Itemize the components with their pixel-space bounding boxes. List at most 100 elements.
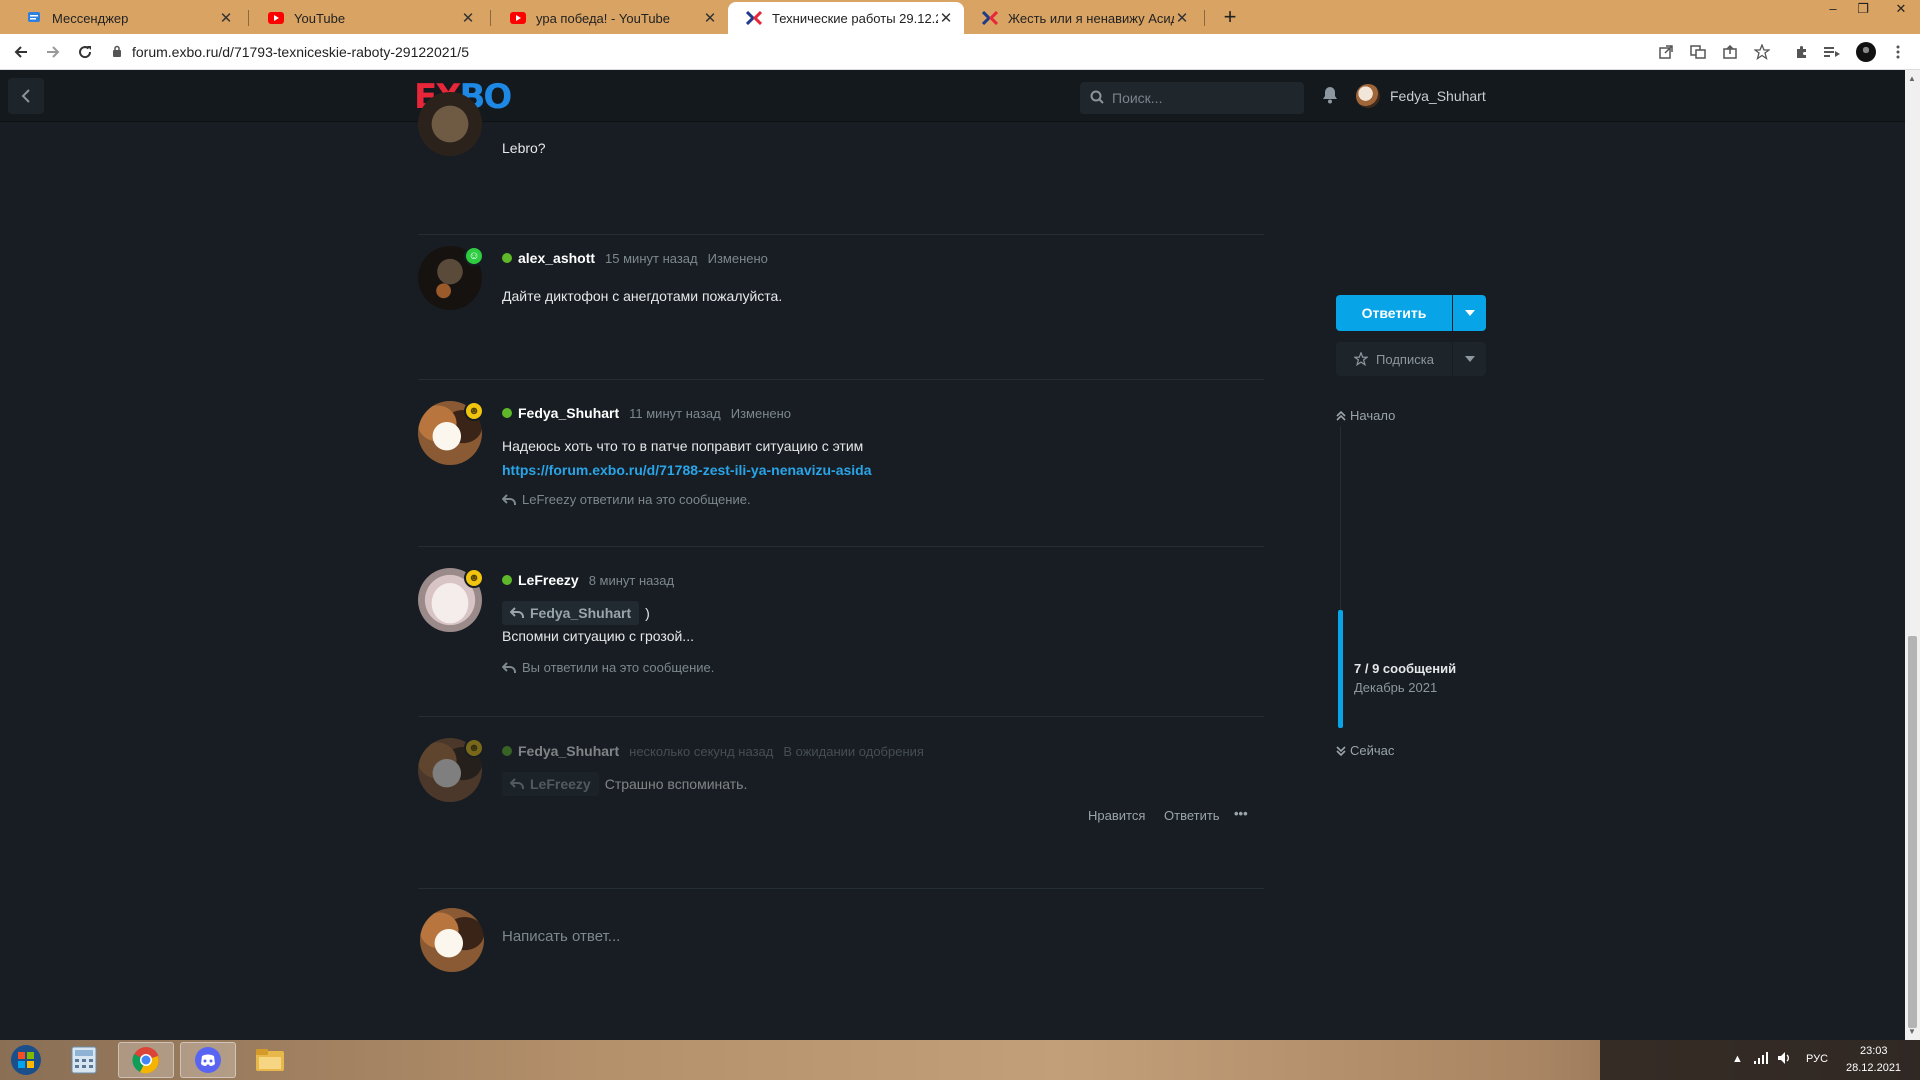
post-meta: LeFreezy 8 минут назад <box>502 572 684 588</box>
mention-suffix: ) <box>645 605 650 621</box>
windows-start-icon[interactable] <box>6 1042 46 1078</box>
post-link[interactable]: https://forum.exbo.ru/d/71788-zest-ili-y… <box>502 462 872 478</box>
close-tab-icon[interactable]: ✕ <box>460 9 476 27</box>
forward-arrow-icon[interactable] <box>42 41 64 63</box>
tab-title: Технические работы 29.12.2021 <box>772 10 938 26</box>
extensions-puzzle-icon[interactable] <box>1792 42 1812 62</box>
tab-forum-post[interactable]: Жесть или я ненавижу Асида - ✕ <box>964 2 1200 34</box>
volume-icon[interactable] <box>1778 1052 1792 1067</box>
scrubber-date: Декабрь 2021 <box>1354 680 1438 695</box>
replied-notice[interactable]: LeFreezy ответили на это сообщение. <box>502 492 751 507</box>
tab-active-tech-works[interactable]: Технические работы 29.12.2021 ✕ <box>728 2 964 34</box>
discord-icon[interactable] <box>180 1042 236 1078</box>
composer-avatar <box>420 908 484 972</box>
chevron-left-icon[interactable] <box>8 78 44 114</box>
reply-composer-placeholder[interactable]: Написать ответ... <box>502 928 620 945</box>
url-text: forum.exbo.ru/d/71793-texniceskie-raboty… <box>132 44 469 60</box>
new-tab-button[interactable]: + <box>1216 4 1244 30</box>
translate-icon[interactable] <box>1688 42 1708 62</box>
post-edited[interactable]: Изменено <box>708 251 768 266</box>
post-username[interactable]: Fedya_Shuhart <box>518 405 619 421</box>
post-time[interactable]: 11 минут назад <box>629 406 721 421</box>
like-button[interactable]: Нравится <box>1088 808 1145 823</box>
messenger-icon <box>26 10 42 26</box>
calculator-icon[interactable] <box>56 1042 112 1078</box>
back-arrow-icon[interactable] <box>10 41 32 63</box>
scrollbar-thumb[interactable] <box>1908 636 1917 1028</box>
reply-dropdown-icon[interactable] <box>1453 295 1486 331</box>
open-external-icon[interactable] <box>1656 42 1676 62</box>
bookmark-star-icon[interactable] <box>1752 42 1772 62</box>
avatar[interactable] <box>418 92 482 156</box>
chrome-icon[interactable] <box>118 1042 174 1078</box>
clock-time[interactable]: 23:03 <box>1860 1045 1888 1057</box>
bell-icon[interactable] <box>1322 86 1342 106</box>
star-icon <box>1354 352 1369 366</box>
reply-button[interactable]: Ответить <box>1164 808 1220 823</box>
close-tab-icon[interactable]: ✕ <box>702 9 718 27</box>
post-item: ☻ Fedya_Shuhart 11 минут назад Изменено … <box>418 380 1264 547</box>
media-queue-icon[interactable] <box>1822 42 1842 62</box>
close-tab-icon[interactable]: ✕ <box>938 9 954 27</box>
post-item: ☺ alex_ashott 15 минут назад Изменено Да… <box>418 234 1264 380</box>
online-indicator <box>502 746 512 756</box>
scrubber-end-link[interactable]: Сейчас <box>1336 743 1394 758</box>
kebab-menu-icon[interactable] <box>1888 42 1908 62</box>
tab-youtube[interactable]: YouTube ✕ <box>250 2 486 34</box>
reply-arrow-icon <box>510 778 524 789</box>
file-explorer-icon[interactable] <box>242 1042 298 1078</box>
reply-button-primary[interactable]: Ответить <box>1336 295 1452 331</box>
tab-messenger[interactable]: Мессенджер ✕ <box>8 2 244 34</box>
language-indicator[interactable]: РУС <box>1806 1053 1828 1065</box>
scrubber-start-link[interactable]: Начало <box>1336 408 1395 423</box>
subscribe-button[interactable]: Подписка <box>1336 342 1452 376</box>
post-time[interactable]: 8 минут назад <box>589 573 674 588</box>
scroll-up-icon[interactable]: ▲ <box>1908 74 1916 83</box>
tray-expand-icon[interactable]: ▲ <box>1732 1053 1743 1065</box>
post-body: Надеюсь хоть что то в патче поправит сит… <box>502 438 864 454</box>
mention-chip[interactable]: LeFreezy <box>502 772 599 796</box>
post-quote-line: LeFreezy Страшно вспоминать. <box>502 772 747 796</box>
tab-title: Жесть или я ненавижу Асида - <box>1008 10 1174 26</box>
replied-notice[interactable]: Вы ответили на это сообщение. <box>502 660 714 675</box>
exbo-icon <box>746 10 762 26</box>
restore-button[interactable]: ❐ <box>1848 0 1878 18</box>
header-username: Fedya_Shuhart <box>1390 88 1486 104</box>
post-time[interactable]: 15 минут назад <box>605 251 698 266</box>
post-body: Дайте диктофон с анегдотами пожалуйста. <box>502 288 783 304</box>
group-badge-icon: ☻ <box>464 568 484 588</box>
post-body: Lebro? <box>502 140 546 156</box>
page-scrollbar[interactable]: ▲ ▼ <box>1905 70 1920 1040</box>
scroll-down-icon[interactable]: ▼ <box>1908 1027 1916 1036</box>
scrubber-handle[interactable] <box>1338 610 1343 728</box>
close-window-button[interactable]: ✕ <box>1886 0 1916 18</box>
tab-divider <box>490 10 491 26</box>
clock-date[interactable]: 28.12.2021 <box>1846 1062 1901 1074</box>
more-actions-button[interactable]: ••• <box>1234 806 1248 821</box>
tab-title: Мессенджер <box>52 10 129 26</box>
reload-icon[interactable] <box>74 41 96 63</box>
mention-chip[interactable]: Fedya_Shuhart <box>502 601 640 625</box>
post-username[interactable]: LeFreezy <box>518 572 579 588</box>
address-bar[interactable]: forum.exbo.ru/d/71793-texniceskie-raboty… <box>112 40 1752 64</box>
tab-youtube-video[interactable]: ура победа! - YouTube ✕ <box>492 2 728 34</box>
post-meta: alex_ashott 15 минут назад Изменено <box>502 250 768 266</box>
post-meta: Fedya_Shuhart несколько секунд назад В о… <box>502 743 924 759</box>
post-username[interactable]: alex_ashott <box>518 250 595 266</box>
double-chevron-up-icon <box>1336 410 1346 421</box>
subscribe-dropdown-icon[interactable] <box>1453 342 1486 376</box>
close-tab-icon[interactable]: ✕ <box>218 9 234 27</box>
replied-text: LeFreezy ответили на это сообщение. <box>522 492 751 507</box>
network-icon[interactable] <box>1754 1052 1768 1067</box>
post-username[interactable]: Fedya_Shuhart <box>518 743 619 759</box>
close-tab-icon[interactable]: ✕ <box>1174 9 1190 27</box>
share-icon[interactable] <box>1720 42 1740 62</box>
user-menu[interactable]: Fedya_Shuhart <box>1356 84 1486 108</box>
post-time[interactable]: несколько секунд назад <box>629 744 773 759</box>
post-body: Страшно вспоминать. <box>604 776 748 792</box>
group-badge-icon: ☺ <box>464 246 484 266</box>
post-edited[interactable]: Изменено <box>731 406 791 421</box>
minimize-button[interactable]: – <box>1818 0 1848 18</box>
post-item-pending: ☻ Fedya_Shuhart несколько секунд назад В… <box>418 716 1264 889</box>
profile-avatar-icon[interactable] <box>1856 42 1876 62</box>
